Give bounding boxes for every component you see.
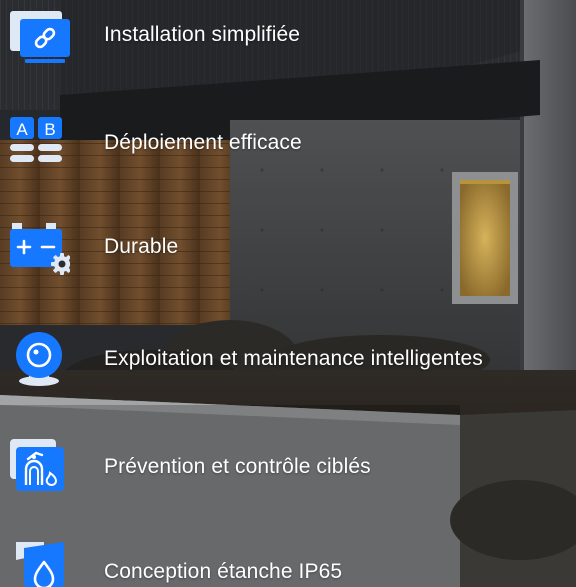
feature-item-deploiement: A B Déploiement efficace: [0, 113, 576, 173]
feature-label: Durable: [104, 235, 179, 258]
ab-cards-icon: A B: [8, 113, 70, 173]
feature-item-exploitation: Exploitation et maintenance intelligente…: [0, 329, 576, 389]
icon-letter-b: B: [44, 120, 55, 139]
feature-item-durable: Durable: [0, 217, 576, 277]
background-photo: [0, 0, 576, 587]
feature-label: Conception étanche IP65: [104, 560, 343, 583]
battery-gear-icon: [8, 217, 70, 277]
feature-item-installation: Installation simplifiée: [0, 5, 576, 65]
feature-item-etanche: Conception étanche IP65: [0, 542, 576, 587]
icon-letter-a: A: [16, 120, 28, 139]
feature-label: Déploiement efficace: [104, 131, 302, 154]
feature-label: Prévention et contrôle ciblés: [104, 455, 371, 478]
feature-item-prevention: Prévention et contrôle ciblés: [0, 437, 576, 497]
feature-label: Exploitation et maintenance intelligente…: [104, 347, 483, 370]
feature-label: Installation simplifiée: [104, 23, 301, 46]
camera-icon: [8, 329, 70, 389]
fire-hydrant-icon: [8, 437, 70, 497]
monitor-link-icon: [8, 5, 70, 65]
water-drop-shield-icon: [8, 542, 70, 587]
